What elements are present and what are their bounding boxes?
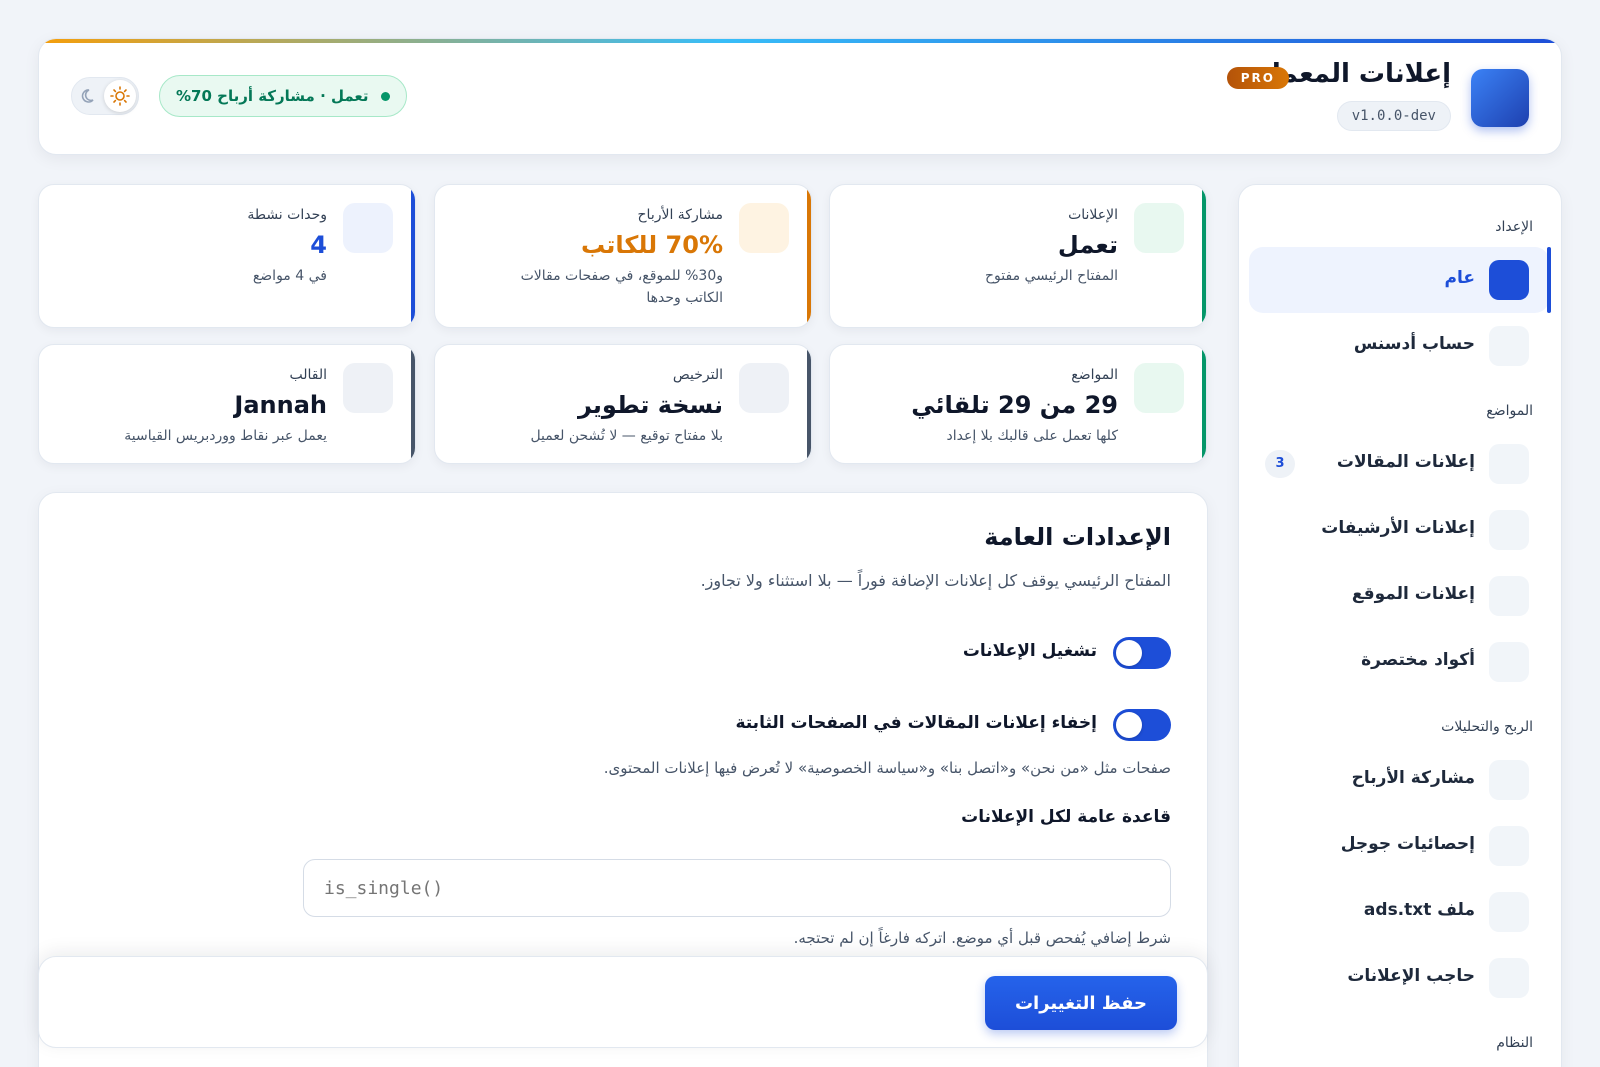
stat-value: 29 من 29 تلقائي	[911, 391, 1118, 419]
card-accent-bar	[1202, 185, 1206, 327]
card-accent-bar	[807, 185, 811, 327]
stat-card-active-units: وحدات نشطة 4 في 4 مواضع	[38, 184, 416, 328]
shortcodes-icon	[1489, 642, 1529, 682]
hide-on-pages-hint: صفحات مثل «من نحن» و«اتصل بنا» و«سياسة ا…	[603, 759, 1171, 777]
sidebar: الإعداد عام حساب أدسنس المواضع إعلانات ا…	[1238, 184, 1562, 1067]
global-rule-hint: شرط إضافي يُفحص قبل أي موضع. اتركه فارغا…	[793, 929, 1171, 947]
stat-label: الترخيص	[672, 367, 723, 383]
stat-label: وحدات نشطة	[247, 207, 327, 223]
enable-ads-label: تشغيل الإعلانات	[962, 641, 1097, 661]
stat-value: Jannah	[234, 391, 327, 419]
stat-value: تعمل	[1057, 231, 1118, 259]
global-rule-input[interactable]	[303, 859, 1171, 917]
stat-card-ads: الإعلانات تعمل المفتاح الرئيسي مفتوح	[829, 184, 1207, 328]
sidebar-item-label: مشاركة الأرباح	[1351, 768, 1475, 788]
stat-label: القالب	[289, 367, 327, 383]
placements-icon	[1134, 363, 1184, 413]
sidebar-item-label: حساب أدسنس	[1353, 334, 1475, 354]
card-accent-bar	[1202, 345, 1206, 463]
license-icon	[739, 363, 789, 413]
post-ads-count-badge: 3	[1265, 450, 1295, 478]
save-bar: حفظ التغييرات	[38, 956, 1208, 1048]
sun-button[interactable]	[104, 80, 136, 112]
hide-on-pages-toggle[interactable]	[1113, 709, 1171, 741]
stat-label: المواضع	[1071, 367, 1118, 383]
stat-label: مشاركة الأرباح	[637, 207, 723, 223]
version-badge: v1.0.0-dev	[1336, 101, 1451, 131]
analytics-icon	[1489, 826, 1529, 866]
revenue-share-icon	[739, 203, 789, 253]
sidebar-item-archive-ads[interactable]: إعلانات الأرشيفات	[1249, 497, 1549, 563]
site-ads-icon	[1489, 576, 1529, 616]
adblock-icon	[1489, 958, 1529, 998]
sidebar-item-ads-txt[interactable]: ملف ads.txt	[1249, 879, 1549, 945]
stat-value: 4	[310, 231, 327, 259]
status-text: تعمل · مشاركة أرباح 70%	[176, 87, 369, 105]
stat-subtitle: المفتاح الرئيسي مفتوح	[985, 268, 1118, 284]
sidebar-item-post-ads[interactable]: إعلانات المقالات 3	[1249, 431, 1549, 497]
adsense-icon	[1489, 326, 1529, 366]
stat-card-revenue-share: مشاركة الأرباح 70% للكاتب و30% للموقع، ف…	[434, 184, 812, 328]
section-description: المفتاح الرئيسي يوقف كل إعلانات الإضافة …	[700, 571, 1171, 590]
sidebar-item-label: حاجب الإعلانات	[1347, 966, 1475, 986]
stat-card-placements: المواضع 29 من 29 تلقائي كلها تعمل على قا…	[829, 344, 1207, 464]
pro-badge: PRO	[1226, 67, 1289, 89]
sidebar-item-label: أكواد مختصرة	[1361, 650, 1475, 670]
file-icon	[1489, 892, 1529, 932]
stat-subtitle: و30% للموقع، في صفحات مقالات الكاتب وحده…	[520, 268, 723, 306]
stat-card-theme: القالب Jannah يعمل عبر نقاط ووردبريس الق…	[38, 344, 416, 464]
sidebar-item-site-ads[interactable]: إعلانات الموقع	[1249, 563, 1549, 629]
sidebar-item-adsense[interactable]: حساب أدسنس	[1249, 313, 1549, 379]
sidebar-item-label: إحصائيات جوجل	[1340, 834, 1475, 854]
archive-ads-icon	[1489, 510, 1529, 550]
sidebar-item-label: إعلانات المقالات	[1336, 452, 1475, 472]
post-ads-icon	[1489, 444, 1529, 484]
header-accent-line	[39, 39, 1561, 43]
sidebar-item-adblock[interactable]: حاجب الإعلانات	[1249, 945, 1549, 1011]
toggle-knob	[1116, 640, 1142, 666]
sidebar-group-placements: المواضع	[1486, 403, 1533, 419]
sun-icon	[110, 86, 130, 106]
moon-icon	[81, 89, 94, 103]
stat-subtitle: كلها تعمل على قالبك بلا إعداد	[946, 428, 1119, 444]
section-title: الإعدادات العامة	[984, 523, 1171, 551]
status-badge: تعمل · مشاركة أرباح 70%	[159, 75, 407, 117]
sidebar-item-general[interactable]: عام	[1249, 247, 1551, 313]
general-icon	[1489, 260, 1529, 300]
sidebar-item-google-analytics[interactable]: إحصائيات جوجل	[1249, 813, 1549, 879]
hide-on-pages-label: إخفاء إعلانات المقالات في الصفحات الثابت…	[735, 713, 1097, 733]
sidebar-item-label: إعلانات الأرشيفات	[1321, 518, 1475, 538]
save-button[interactable]: حفظ التغييرات	[985, 976, 1177, 1030]
stat-subtitle: يعمل عبر نقاط ووردبريس القياسية	[124, 428, 327, 444]
units-icon	[343, 203, 393, 253]
sidebar-item-label: إعلانات الموقع	[1351, 584, 1475, 604]
sidebar-item-label: عام	[1444, 268, 1475, 288]
stat-subtitle: في 4 مواضع	[252, 268, 327, 284]
global-rule-label: قاعدة عامة لكل الإعلانات	[961, 807, 1171, 827]
stat-card-license: الترخيص نسخة تطوير بلا مفتاح توقيع — لا …	[434, 344, 812, 464]
app-logo	[1471, 69, 1529, 127]
card-accent-bar	[411, 185, 415, 327]
enable-ads-toggle[interactable]	[1113, 637, 1171, 669]
theme-toggle[interactable]	[71, 77, 139, 115]
card-accent-bar	[807, 345, 811, 463]
sidebar-group-system: النظام	[1496, 1035, 1533, 1051]
theme-icon	[343, 363, 393, 413]
sidebar-item-revenue-share[interactable]: مشاركة الأرباح	[1249, 747, 1549, 813]
app-header: إعلانات المعمار PRO v1.0.0-dev تعمل · مش…	[38, 38, 1562, 155]
sidebar-item-shortcodes[interactable]: أكواد مختصرة	[1249, 629, 1549, 695]
stat-value: 70% للكاتب	[580, 231, 723, 259]
sidebar-group-revenue: الربح والتحليلات	[1441, 719, 1533, 735]
ads-status-icon	[1134, 203, 1184, 253]
sidebar-item-label: ملف ads.txt	[1363, 900, 1475, 920]
sidebar-group-setup: الإعداد	[1495, 219, 1533, 235]
toggle-knob	[1116, 712, 1142, 738]
stat-subtitle: بلا مفتاح توقيع — لا تُشحن لعميل	[530, 428, 723, 444]
stat-label: الإعلانات	[1068, 207, 1118, 223]
revenue-share-icon	[1489, 760, 1529, 800]
status-dot-icon	[380, 92, 390, 101]
stat-value: نسخة تطوير	[577, 391, 723, 419]
card-accent-bar	[411, 345, 415, 463]
